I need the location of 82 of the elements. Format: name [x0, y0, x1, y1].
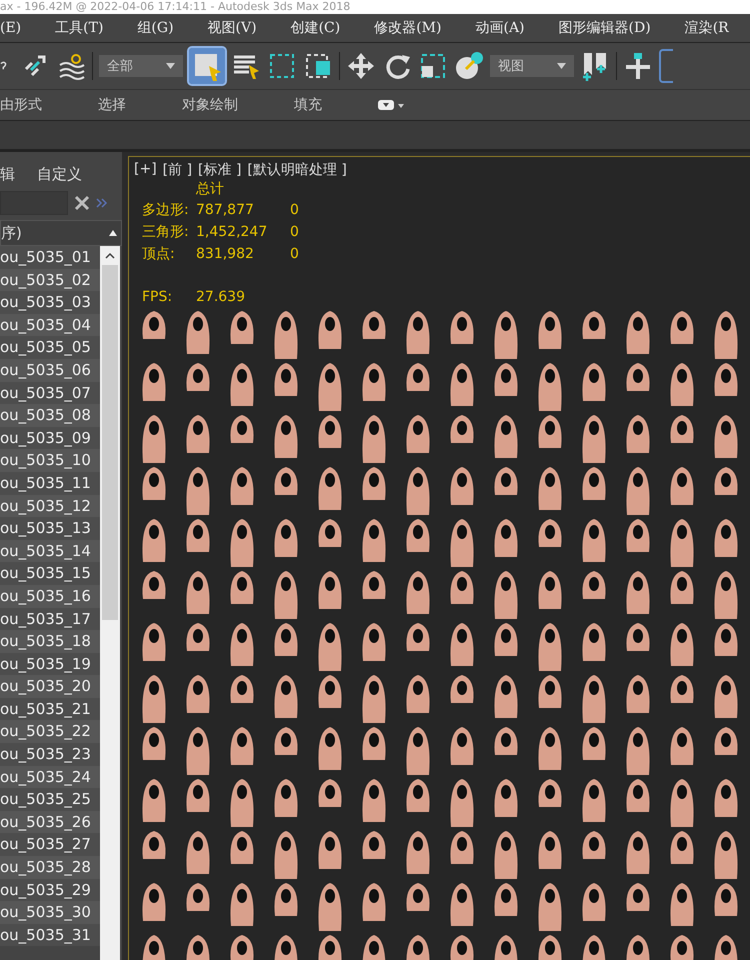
stats-label: 三角形:	[142, 223, 190, 242]
ribbon-tab[interactable]: 填充	[294, 96, 322, 114]
scene-object-item[interactable]: ou_5035_16	[0, 584, 100, 608]
menu-item[interactable]: 动画(A)	[475, 19, 537, 37]
viewport-label[interactable]: [+]	[134, 161, 157, 179]
scene-object-item[interactable]: ou_5035_02	[0, 268, 100, 292]
scene-object-item[interactable]: ou_5035_13	[0, 517, 100, 540]
scene-object-item[interactable]: ou_5035_30	[0, 901, 100, 924]
scene-object-item[interactable]: ou_5035_24	[0, 766, 100, 788]
stats-label: 顶点:	[142, 245, 176, 264]
stats-label: 多边形:	[142, 201, 190, 220]
scene-object-item[interactable]: ou_5035_27	[0, 833, 100, 856]
column-header-label: 序)	[1, 224, 22, 242]
scene-object-item[interactable]: ou_5035_06	[0, 358, 100, 382]
scene-object-item[interactable]: ou_5035_01	[0, 246, 100, 269]
scene-object-item[interactable]: ou_5035_31	[0, 924, 100, 946]
stats-selected: 0	[290, 245, 299, 264]
menu-item[interactable]: 图形编辑器(D)	[558, 19, 663, 37]
reference-coordinate-dropdown[interactable]: 视图	[490, 55, 574, 77]
stats-selected: 0	[290, 201, 299, 220]
explorer-menu-item[interactable]: 自定义	[37, 164, 82, 184]
fps-label: FPS:	[142, 289, 174, 305]
menu-item[interactable]: 修改器(M)	[374, 19, 454, 37]
stats-selected: 0	[290, 223, 299, 242]
column-header[interactable]: 序)	[0, 220, 122, 246]
select-object-icon[interactable]	[189, 48, 225, 84]
selection-filter-dropdown[interactable]: 全部	[99, 55, 183, 77]
viewport-label[interactable]: [前 ]	[162, 161, 192, 179]
scrollbar[interactable]	[100, 246, 120, 960]
scene-object-item[interactable]: ou_5035_12	[0, 494, 100, 518]
scene-object-item[interactable]: ou_5035_15	[0, 562, 100, 585]
scene-object-item[interactable]: ou_5035_29	[0, 878, 100, 902]
scene-object-item[interactable]: ou_5035_03	[0, 291, 100, 314]
menu-item[interactable]: 工具(T)	[55, 19, 116, 37]
scene-object-item[interactable]: ou_5035_20	[0, 675, 100, 698]
rectangle-selection-icon[interactable]	[267, 51, 297, 81]
menu-item[interactable]: 创建(C)	[290, 19, 352, 37]
toolbar-button[interactable]	[659, 49, 673, 83]
move-icon[interactable]	[346, 51, 376, 81]
scene-object-item[interactable]: ou_5035_21	[0, 698, 100, 720]
fps-value: 27.639	[196, 289, 245, 305]
scene-object-item[interactable]: ou_5035_09	[0, 426, 100, 450]
viewport-label[interactable]: [标准 ]	[198, 161, 242, 179]
menu-item[interactable]: 组(G)	[137, 19, 186, 37]
scene-object-item[interactable]: ou_5035_04	[0, 314, 100, 336]
stats-total: 787,877	[196, 201, 255, 220]
ribbon-tab[interactable]: 选择	[98, 96, 126, 114]
stats-header: 总计	[195, 180, 225, 199]
menu-item[interactable]: 渲染(R	[684, 19, 741, 37]
dropdown-arrow-icon	[166, 63, 175, 69]
scene-object-item[interactable]: ou_5035_25	[0, 788, 100, 811]
close-icon[interactable]	[74, 195, 90, 211]
ribbon-tab[interactable]: 由形式	[0, 96, 42, 114]
scene-object-item[interactable]: ou_5035_22	[0, 720, 100, 744]
placement-icon[interactable]	[454, 51, 484, 81]
scale-icon[interactable]	[418, 51, 448, 81]
scene-object-item[interactable]: ou_5035_08	[0, 404, 100, 427]
stats-total: 1,452,247	[196, 223, 268, 242]
viewport-label[interactable]: [默认明暗处理 ]	[247, 161, 347, 179]
scene-object-item[interactable]: ou_5035_07	[0, 382, 100, 404]
scene-object-item[interactable]: ou_5035_10	[0, 449, 100, 472]
scene-object-item[interactable]: ou_5035_14	[0, 540, 100, 562]
scroll-up-icon[interactable]	[105, 252, 115, 259]
scene-object-item[interactable]: ou_5035_18	[0, 630, 100, 653]
ribbon-tab[interactable]: 对象绘制	[182, 96, 238, 114]
scene-object-item[interactable]: ou_5035_23	[0, 743, 100, 766]
scene-object-item[interactable]: ou_5035_28	[0, 856, 100, 879]
scene-object-item[interactable]: ou_5035_26	[0, 810, 100, 834]
dropdown-arrow-icon	[557, 63, 566, 69]
window-crossing-icon[interactable]	[303, 51, 333, 81]
stats-total: 831,982	[196, 245, 255, 264]
window-title: ax - 196.42M @ 2022-04-06 17:14:11 - Autodesk 3ds Max 2018	[0, 0, 750, 14]
ribbon-options-icon[interactable]	[378, 99, 404, 111]
scene-object-item[interactable]: ou_5035_05	[0, 336, 100, 359]
scene-object-item[interactable]: ou_5035_17	[0, 608, 100, 630]
explorer-menu-item[interactable]: 辑	[0, 164, 15, 184]
axis-constraint-icon[interactable]	[623, 51, 653, 81]
sort-icon[interactable]	[109, 230, 117, 236]
menu-item[interactable]: 视图(V)	[208, 19, 269, 37]
menu-item[interactable]: (E)	[0, 20, 34, 36]
scene-object-item[interactable]: ou_5035_11	[0, 472, 100, 495]
scene-object-item[interactable]: ou_5035_19	[0, 652, 100, 676]
